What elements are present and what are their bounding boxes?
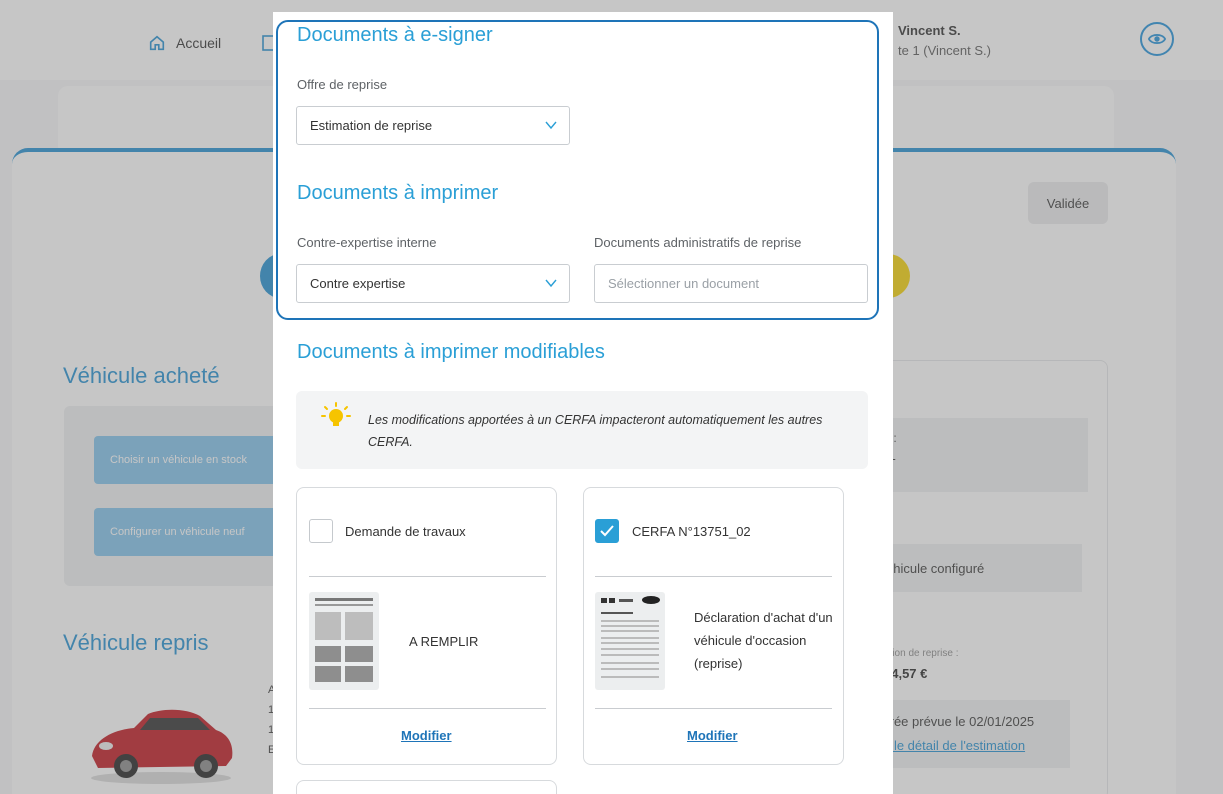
check-icon xyxy=(600,525,614,537)
card-divider xyxy=(309,576,546,577)
travaux-checkbox[interactable] xyxy=(309,519,333,543)
modify-cerfa-link[interactable]: Modifier xyxy=(687,728,738,743)
cerfa-checkbox[interactable] xyxy=(595,519,619,543)
cerfa-description: Déclaration d'achat d'un véhicule d'occa… xyxy=(694,610,833,671)
offer-select[interactable]: Estimation de reprise xyxy=(296,106,570,145)
admin-docs-placeholder: Sélectionner un document xyxy=(608,276,760,291)
offer-select-value: Estimation de reprise xyxy=(310,118,433,133)
card-divider xyxy=(595,708,832,709)
card-divider xyxy=(595,576,832,577)
travaux-title: Demande de travaux xyxy=(345,524,466,539)
travaux-status: A REMPLIR xyxy=(409,634,479,649)
chevron-down-icon xyxy=(545,121,557,130)
offer-label: Offre de reprise xyxy=(297,77,388,92)
esign-title: Documents à e-signer xyxy=(297,24,493,46)
admin-docs-label: Documents administratifs de reprise xyxy=(594,235,802,250)
print-title: Documents à imprimer xyxy=(297,182,499,204)
counter-expertise-value: Contre expertise xyxy=(310,276,406,291)
admin-docs-select[interactable]: Sélectionner un document xyxy=(594,264,868,303)
cerfa-title: CERFA N°13751_02 xyxy=(632,524,751,539)
lightbulb-icon xyxy=(321,402,351,426)
counter-expertise-label: Contre-expertise interne xyxy=(297,235,437,250)
cerfa-thumbnail xyxy=(595,592,665,690)
doc-card-partial xyxy=(296,780,557,794)
editable-docs-title: Documents à imprimer modifiables xyxy=(297,341,605,363)
counter-expertise-select[interactable]: Contre expertise xyxy=(296,264,570,303)
modify-travaux-link[interactable]: Modifier xyxy=(401,728,452,743)
travaux-thumbnail xyxy=(309,592,379,690)
chevron-down-icon xyxy=(545,279,557,288)
info-text: Les modifications apportées à un CERFA i… xyxy=(368,413,823,449)
card-divider xyxy=(309,708,546,709)
